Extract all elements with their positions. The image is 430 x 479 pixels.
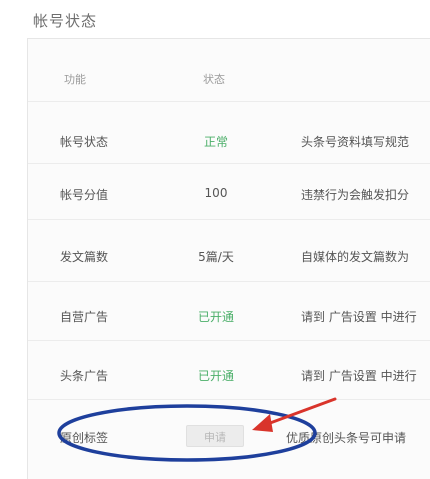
arrowhead — [252, 414, 273, 432]
highlight-ellipse — [57, 404, 317, 462]
annotation-overlay — [57, 397, 337, 462]
